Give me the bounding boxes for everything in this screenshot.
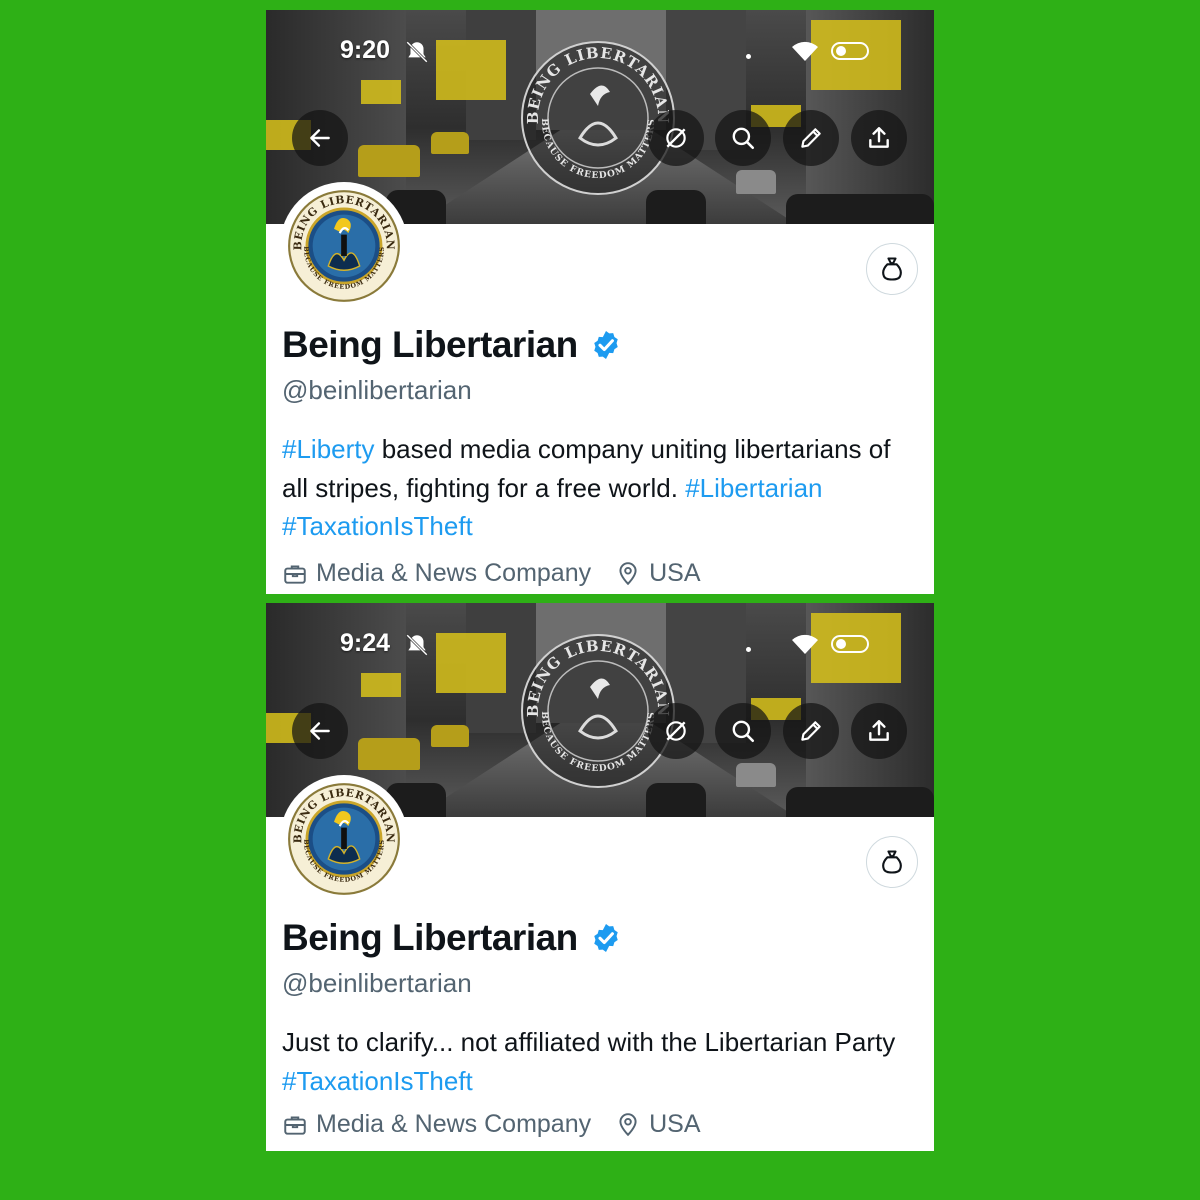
grok-button[interactable] <box>648 110 704 166</box>
battery-icon <box>831 42 869 60</box>
banner-logo-seal: BEING LIBERTARIAN BECAUSE FREEDOM MATTER… <box>521 41 675 195</box>
hashtag-link[interactable]: #Liberty <box>282 434 375 464</box>
hashtag-link[interactable]: #Libertarian <box>685 473 822 503</box>
profile-screenshot-after: BEING LIBERTARIAN BECAUSE FREEDOM MATTER… <box>266 603 934 1151</box>
being-libertarian-logo: BEING LIBERTARIAN BECAUSE FREEDOM MATTER… <box>288 190 400 302</box>
back-button[interactable] <box>292 110 348 166</box>
edit-button[interactable] <box>783 110 839 166</box>
display-name-row: Being Libertarian <box>282 917 622 959</box>
profile-category[interactable]: Media & News Company <box>316 1110 591 1139</box>
profile-meta: Media & News Company USA <box>282 559 701 588</box>
profile-location: USA <box>649 559 701 587</box>
arrow-left-icon <box>310 129 330 147</box>
banner-logo-seal: BEING LIBERTARIAN BECAUSE FREEDOM MATTER… <box>521 634 675 788</box>
grok-icon <box>666 128 686 148</box>
hashtag-link[interactable]: #TaxationIsTheft <box>282 1066 473 1096</box>
location-pin-icon <box>619 561 637 585</box>
edit-button[interactable] <box>783 703 839 759</box>
tip-button[interactable] <box>866 243 918 295</box>
profile-bio: Just to clarify... not affiliated with t… <box>282 1023 922 1100</box>
display-name: Being Libertarian <box>282 917 578 958</box>
profile-meta: Media & News Company USA <box>282 1110 701 1139</box>
pencil-icon <box>801 721 821 741</box>
wifi-icon <box>792 634 818 654</box>
wifi-icon <box>792 41 818 61</box>
back-button[interactable] <box>292 703 348 759</box>
pencil-icon <box>801 128 821 148</box>
profile-handle: @beinlibertarian <box>282 968 472 998</box>
profile-avatar[interactable]: BEING LIBERTARIAN BECAUSE FREEDOM MATTER… <box>280 182 408 310</box>
briefcase-icon <box>284 1115 306 1135</box>
bell-muted-icon <box>406 634 428 656</box>
notification-dot <box>746 54 751 59</box>
status-time: 9:20 <box>340 36 391 64</box>
profile-screenshot-before: BEING LIBERTARIAN BECAUSE FREEDOM MATTER… <box>266 10 934 594</box>
verified-check-icon[interactable] <box>590 922 622 954</box>
grok-icon <box>666 721 686 741</box>
profile-bio: #Liberty based media company uniting lib… <box>282 430 922 546</box>
being-libertarian-logo: BEING LIBERTARIAN BECAUSE FREEDOM MATTER… <box>288 783 400 895</box>
bio-text: Just to clarify... not affiliated with t… <box>282 1027 896 1057</box>
verified-check-icon[interactable] <box>590 329 622 361</box>
search-icon <box>732 720 755 743</box>
display-name: Being Libertarian <box>282 324 578 365</box>
notification-dot <box>746 647 751 652</box>
profile-location: USA <box>649 1110 701 1138</box>
profile-avatar[interactable]: BEING LIBERTARIAN BECAUSE FREEDOM MATTER… <box>280 775 408 903</box>
profile-handle: @beinlibertarian <box>282 375 472 405</box>
display-name-row: Being Libertarian <box>282 324 622 366</box>
hashtag-link[interactable]: #TaxationIsTheft <box>282 511 473 541</box>
status-time: 9:24 <box>340 629 391 657</box>
profile-category[interactable]: Media & News Company <box>316 559 591 588</box>
search-button[interactable] <box>715 110 771 166</box>
money-bag-icon <box>882 257 902 281</box>
grok-button[interactable] <box>648 703 704 759</box>
tip-button[interactable] <box>866 836 918 888</box>
briefcase-icon <box>284 564 306 584</box>
share-button[interactable] <box>851 110 907 166</box>
share-button[interactable] <box>851 703 907 759</box>
money-bag-icon <box>882 850 902 874</box>
bell-muted-icon <box>406 41 428 63</box>
share-icon <box>869 720 889 741</box>
location-pin-icon <box>619 1112 637 1136</box>
battery-icon <box>831 635 869 653</box>
search-icon <box>732 127 755 150</box>
share-icon <box>869 127 889 148</box>
arrow-left-icon <box>310 722 330 740</box>
search-button[interactable] <box>715 703 771 759</box>
